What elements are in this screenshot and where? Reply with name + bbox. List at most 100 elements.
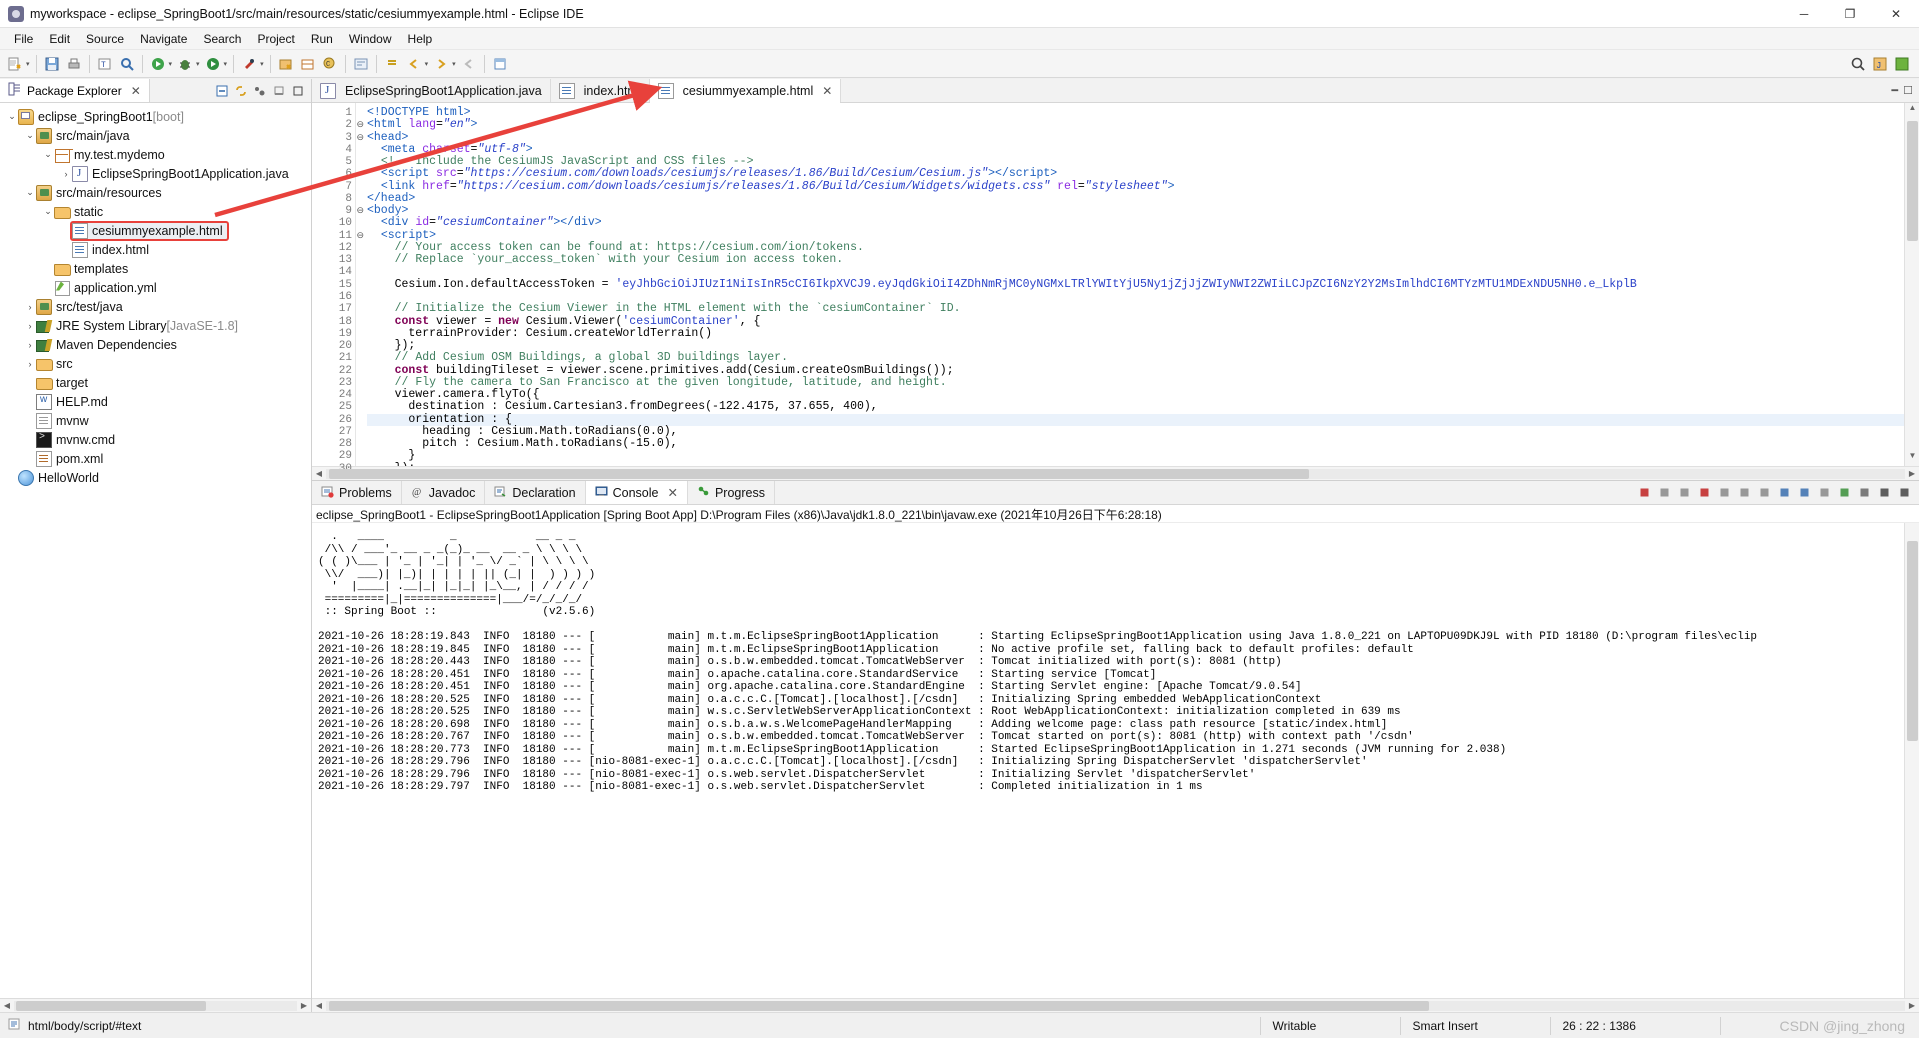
scroll-lock-icon[interactable]: [1735, 484, 1753, 502]
tree-item-content[interactable]: target: [36, 375, 88, 391]
editor-minimize-icon[interactable]: ━: [1892, 84, 1899, 97]
tree-item-helloworld[interactable]: HelloWorld: [0, 468, 311, 487]
tree-item-src-main-resources[interactable]: ⌄ src/main/resources: [0, 183, 311, 202]
minimize-button[interactable]: ─: [1781, 0, 1827, 28]
hscroll-track[interactable]: [14, 1000, 297, 1011]
code-line[interactable]: // Replace `your_access_token` with your…: [367, 254, 1904, 266]
code-line[interactable]: <div id="cesiumContainer"></div>: [367, 217, 1904, 230]
new-console-view-icon[interactable]: [1835, 484, 1853, 502]
tree-item-content[interactable]: src/main/java: [36, 127, 130, 144]
console-vscroll-thumb[interactable]: [1907, 541, 1918, 741]
project-tree[interactable]: ⌄ eclipse_SpringBoot1 [boot] ⌄ src/main/jav…: [0, 103, 311, 998]
tree-item-maven-dependencies[interactable]: › Maven Dependencies: [0, 335, 311, 354]
remove-launch-icon[interactable]: [1655, 484, 1673, 502]
close-button[interactable]: ✕: [1873, 0, 1919, 28]
tree-item-content[interactable]: mvnw: [36, 412, 89, 429]
new-wizard-icon[interactable]: [5, 54, 25, 74]
editor-maximize-icon[interactable]: ☐: [1903, 84, 1913, 97]
tree-item-pom-xml[interactable]: pom.xml: [0, 449, 311, 468]
remove-all-icon[interactable]: [1675, 484, 1693, 502]
tree-item-content[interactable]: static: [54, 204, 103, 220]
console-view-menu-icon[interactable]: [1855, 484, 1873, 502]
print-icon[interactable]: [64, 54, 84, 74]
hscroll-right-arrow-icon[interactable]: ▶: [297, 1001, 311, 1010]
expanded-twisty-icon[interactable]: ⌄: [24, 187, 36, 198]
run-dropdown-icon[interactable]: ▾: [169, 60, 173, 68]
tree-item-templates[interactable]: templates: [0, 259, 311, 278]
tree-item-content[interactable]: eclipse_SpringBoot1 [boot]: [18, 108, 184, 125]
pin-console-icon[interactable]: [1755, 484, 1773, 502]
tree-item-help-md[interactable]: HELP.md: [0, 392, 311, 411]
fold-collapse-icon[interactable]: ⊖: [355, 133, 364, 143]
editor-tab-index-html[interactable]: index.html: [550, 79, 650, 102]
console-minimize-icon[interactable]: [1875, 484, 1893, 502]
maximize-button[interactable]: ❐: [1827, 0, 1873, 28]
view-menu-icon[interactable]: [252, 83, 268, 99]
tree-item-src[interactable]: › src: [0, 354, 311, 373]
external-tools-dropdown-icon[interactable]: ▾: [260, 60, 264, 68]
tree-item-content[interactable]: mvnw.cmd: [36, 431, 115, 448]
save-icon[interactable]: [42, 54, 62, 74]
console-view-tab-javadoc[interactable]: @ Javadoc: [402, 481, 486, 504]
menu-item-navigate[interactable]: Navigate: [132, 30, 195, 48]
back-icon[interactable]: [404, 54, 424, 74]
collapsed-twisty-icon[interactable]: ›: [24, 321, 36, 331]
tree-item-my-test-mydemo[interactable]: ⌄ my.test.mydemo: [0, 145, 311, 164]
editor-hscrollbar[interactable]: ◀ ▶: [312, 466, 1919, 480]
expanded-twisty-icon[interactable]: ⌄: [42, 149, 54, 160]
menu-item-source[interactable]: Source: [78, 30, 132, 48]
editor-hscroll-track[interactable]: [326, 468, 1905, 479]
console-vscrollbar[interactable]: [1904, 523, 1919, 998]
open-console-icon[interactable]: [1795, 484, 1813, 502]
console-body[interactable]: . ____ _ __ _ _ /\\ / ___'_ __ _ _(_)_ _…: [312, 523, 1919, 998]
run-icon[interactable]: [148, 54, 168, 74]
console-tab-close-icon[interactable]: ✕: [667, 485, 677, 500]
code-line[interactable]: }: [367, 450, 1904, 463]
vscroll-thumb[interactable]: [1907, 121, 1918, 241]
expanded-twisty-icon[interactable]: ⌄: [42, 206, 54, 217]
collapsed-twisty-icon[interactable]: ›: [24, 302, 36, 312]
code-line[interactable]: terrainProvider: Cesium.createWorldTerra…: [367, 327, 1904, 340]
console-hscrollbar[interactable]: ◀ ▶: [312, 998, 1919, 1012]
menu-item-help[interactable]: Help: [400, 30, 441, 48]
tree-item-target[interactable]: target: [0, 373, 311, 392]
code-line[interactable]: const viewer = new Cesium.Viewer('cesium…: [367, 315, 1904, 328]
word-wrap-icon[interactable]: [1815, 484, 1833, 502]
code-line[interactable]: pitch : Cesium.Math.toRadians(-15.0),: [367, 437, 1904, 450]
editor-hscroll-right-arrow-icon[interactable]: ▶: [1905, 469, 1919, 478]
quick-access-icon[interactable]: [351, 54, 371, 74]
hscroll-left-arrow-icon[interactable]: ◀: [0, 1001, 14, 1010]
console-output-text[interactable]: . ____ _ __ _ _ /\\ / ___'_ __ _ _(_)_ _…: [312, 523, 1904, 998]
tree-item-cesiummyexample-html[interactable]: cesiummyexample.html: [0, 220, 311, 241]
menu-item-project[interactable]: Project: [249, 30, 302, 48]
code-line[interactable]: <html lang="en">: [367, 118, 1904, 131]
open-type-icon[interactable]: T: [95, 54, 115, 74]
display-selected-console-icon[interactable]: [1775, 484, 1793, 502]
editor-vscrollbar[interactable]: ▲ ▼: [1904, 103, 1919, 466]
tree-item-content[interactable]: Maven Dependencies: [36, 337, 177, 353]
code-line[interactable]: // Fly the camera to San Francisco at th…: [367, 376, 1904, 389]
hscroll-thumb[interactable]: [16, 1000, 206, 1011]
forward-dropdown-icon[interactable]: ▾: [452, 60, 456, 68]
expanded-twisty-icon[interactable]: ⌄: [24, 130, 36, 141]
perspective-java-icon[interactable]: J: [1870, 54, 1890, 74]
tree-item-content[interactable]: templates: [54, 261, 128, 277]
tree-item-content[interactable]: pom.xml: [36, 450, 103, 467]
tree-item-content[interactable]: application.yml: [54, 280, 157, 296]
view-maximize-icon[interactable]: [290, 83, 306, 99]
console-hscroll-thumb[interactable]: [329, 1000, 1429, 1011]
console-view-tab-console[interactable]: Console ✕: [585, 481, 688, 504]
tree-item-content[interactable]: HelloWorld: [18, 469, 99, 486]
fold-collapse-icon[interactable]: ⊖: [355, 206, 364, 216]
new-java-project-icon[interactable]: [276, 54, 296, 74]
search-icon[interactable]: [1848, 54, 1868, 74]
code-line[interactable]: Cesium.Ion.defaultAccessToken = 'eyJhbGc…: [367, 278, 1904, 291]
search-type-icon[interactable]: [117, 54, 137, 74]
annotation-next-icon[interactable]: [382, 54, 402, 74]
code-line[interactable]: destination : Cesium.Cartesian3.fromDegr…: [367, 401, 1904, 414]
terminate-icon[interactable]: [1635, 484, 1653, 502]
tree-item-index-html[interactable]: index.html: [0, 240, 311, 259]
new-wizard-dropdown-icon[interactable]: ▾: [26, 60, 30, 68]
tree-item-content[interactable]: src/main/resources: [36, 184, 162, 201]
debug-dropdown-icon[interactable]: ▾: [196, 60, 200, 68]
